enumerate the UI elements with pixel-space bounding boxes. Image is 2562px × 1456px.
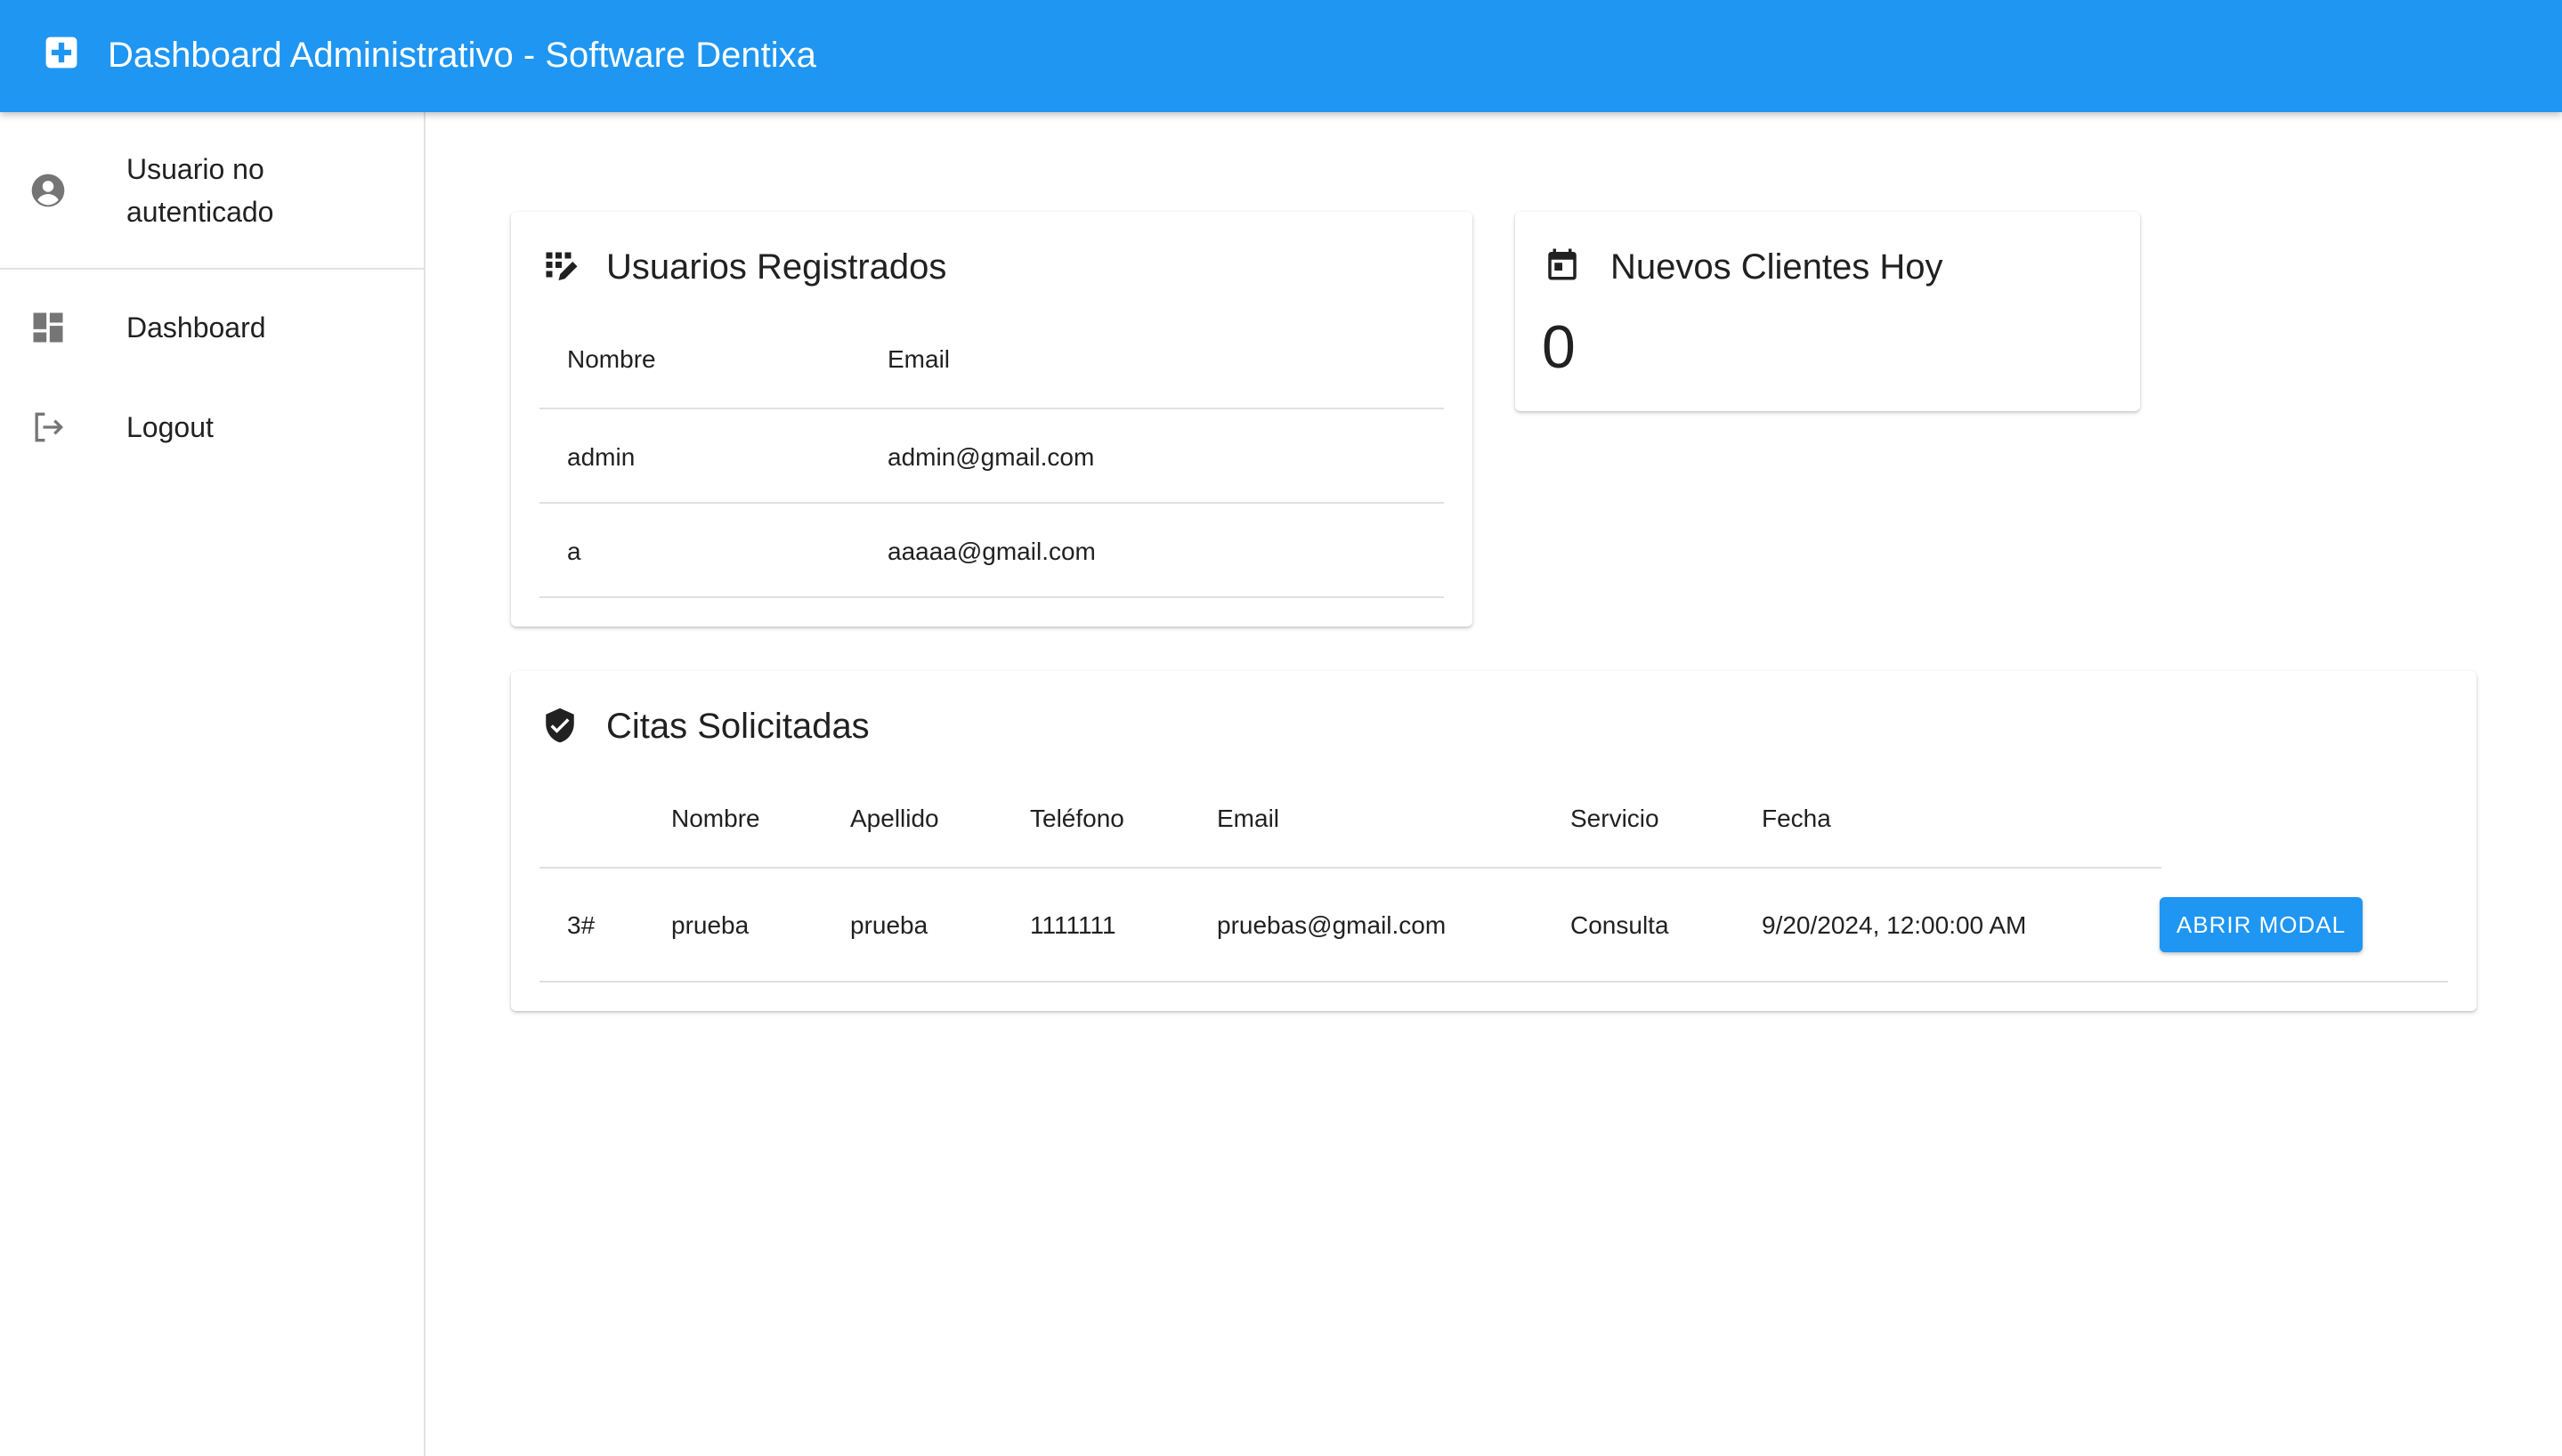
column-header-nombre: Nombre (671, 805, 760, 832)
sidebar-user-label: Usuario no autenticado (126, 153, 274, 228)
account-circle-icon (31, 174, 65, 207)
table-divider (539, 981, 2448, 983)
table-cell-email: pruebas@gmail.com (1217, 911, 1447, 939)
column-header-apellido: Apellido (850, 805, 939, 832)
users-card-title: Usuarios Registrados (606, 247, 947, 287)
new-clients-count: 0 (1542, 313, 1576, 381)
sidebar-item-dashboard[interactable]: Dashboard (0, 294, 424, 361)
column-header-nombre: Nombre (567, 345, 656, 373)
table-divider (539, 502, 1444, 504)
column-header-fecha: Fecha (1762, 805, 1831, 832)
appointments-card: Citas Solicitadas Nombre Apellido Teléfo… (511, 671, 2477, 1011)
table-cell-email: aaaaa@gmail.com (888, 538, 1096, 565)
sidebar-item-logout[interactable]: Logout (0, 393, 424, 461)
calendar-icon (1548, 248, 1577, 280)
open-modal-button[interactable]: ABRIR MODAL (2160, 897, 2363, 952)
sidebar-divider (0, 268, 424, 270)
dashboard-icon (33, 312, 63, 343)
new-clients-card: Nuevos Clientes Hoy 0 (1515, 212, 2140, 411)
medical-plus-icon (45, 36, 77, 69)
app-title: Dashboard Administrativo - Software Dent… (108, 36, 816, 75)
table-divider (539, 596, 1444, 598)
table-cell-telefono: 1111111 (1030, 911, 1116, 939)
grid-edit-icon (546, 252, 578, 280)
table-cell-email: admin@gmail.com (888, 443, 1095, 471)
table-divider (539, 867, 2161, 869)
sidebar-item-label: Dashboard (126, 311, 266, 344)
app-bar: Dashboard Administrativo - Software Dent… (0, 0, 2562, 112)
new-clients-card-title: Nuevos Clientes Hoy (1610, 247, 1943, 287)
table-cell-nombre: a (567, 538, 581, 565)
column-header-telefono: Teléfono (1030, 805, 1124, 832)
sidebar-item-label: Logout (126, 411, 214, 443)
appointments-card-title: Citas Solicitadas (606, 707, 870, 746)
verified-shield-icon (546, 708, 574, 743)
column-header-email: Email (1217, 805, 1280, 832)
logout-icon (35, 412, 64, 442)
column-header-servicio: Servicio (1570, 805, 1659, 832)
column-header-email: Email (888, 345, 951, 373)
users-card: Usuarios Registrados Nombre Email admin … (511, 212, 1472, 627)
table-cell-apellido: prueba (850, 911, 928, 939)
table-cell-servicio: Consulta (1570, 911, 1669, 939)
table-cell-id: 3# (567, 911, 596, 939)
table-divider (539, 408, 1444, 409)
table-cell-nombre: admin (567, 443, 636, 471)
table-cell-nombre: prueba (671, 911, 750, 939)
table-cell-fecha: 9/20/2024, 12:00:00 AM (1762, 911, 2027, 939)
